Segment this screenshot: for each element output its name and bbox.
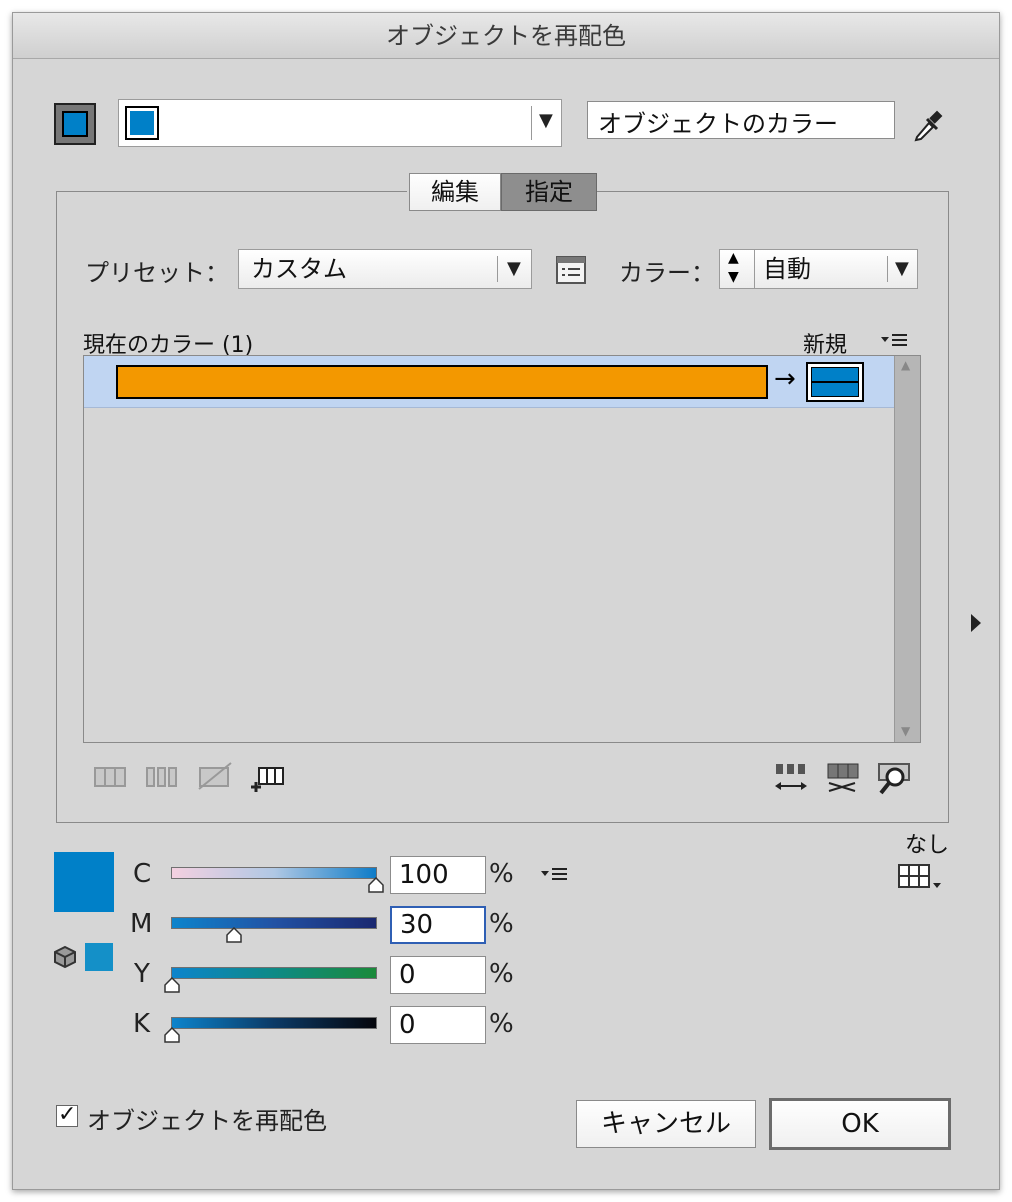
- recolor-dialog: オブジェクトを再配色 ▼ オブジェクトのカラー 編集 指定 プリセット： カスタ…: [12, 12, 1000, 1190]
- scroll-up-icon[interactable]: ▲: [901, 358, 910, 372]
- chevron-down-icon: ▼: [539, 110, 553, 131]
- scroll-down-icon[interactable]: ▼: [901, 724, 910, 738]
- cyan-slider-thumb[interactable]: [368, 877, 384, 893]
- black-value: 0: [399, 1010, 416, 1040]
- channel-c-label: C: [133, 859, 152, 889]
- preset-list-icon[interactable]: [556, 256, 586, 284]
- cyan-slider[interactable]: [171, 867, 377, 879]
- color-swatch-icon[interactable]: [54, 103, 96, 145]
- checkmark-icon: ✓: [58, 1102, 77, 1127]
- cyan-unit: %: [489, 859, 514, 889]
- black-input[interactable]: 0: [390, 1006, 486, 1044]
- window-title: オブジェクトを再配色: [13, 13, 999, 59]
- current-color-bar[interactable]: [116, 365, 768, 399]
- list-scrollbar[interactable]: ▲ ▼: [894, 356, 920, 742]
- magenta-value: 30: [400, 910, 434, 940]
- find-colors-icon[interactable]: [877, 761, 913, 797]
- ok-button[interactable]: OK: [769, 1098, 951, 1150]
- color-group-dropdown[interactable]: ▼: [118, 99, 562, 147]
- colors-value: 自動: [763, 255, 811, 283]
- recolor-checkbox[interactable]: ✓: [56, 1102, 78, 1127]
- magenta-input[interactable]: 30: [390, 906, 486, 944]
- color-preview-swatch: [54, 852, 114, 912]
- reduction-label: なし: [905, 833, 950, 858]
- channel-k-label: K: [133, 1009, 151, 1039]
- yellow-slider-thumb[interactable]: [164, 977, 180, 993]
- randomize-order-icon[interactable]: [773, 761, 809, 795]
- black-slider[interactable]: [171, 1017, 377, 1029]
- chevron-down-icon: ▼: [895, 258, 909, 279]
- black-slider-thumb[interactable]: [164, 1027, 180, 1043]
- arrow-right-icon: →: [774, 364, 796, 394]
- colors-label: カラー：: [619, 259, 715, 287]
- tab-edit-label: 編集: [431, 178, 479, 206]
- recolor-checkbox-label[interactable]: オブジェクトを再配色: [87, 1101, 327, 1136]
- yellow-slider[interactable]: [171, 967, 377, 979]
- preset-label: プリセット：: [85, 259, 229, 287]
- colors-stepper[interactable]: ▲ ▼: [719, 249, 755, 289]
- black-unit: %: [489, 1009, 514, 1039]
- cyan-input[interactable]: 100: [390, 856, 486, 894]
- color-list[interactable]: → ▲ ▼: [83, 355, 921, 743]
- cmyk-menu-icon[interactable]: [539, 866, 569, 884]
- panel-menu-icon[interactable]: [879, 331, 909, 351]
- merge-colors-icon[interactable]: [93, 765, 127, 789]
- yellow-input[interactable]: 0: [390, 956, 486, 994]
- magenta-unit: %: [489, 909, 514, 939]
- stepper-down-icon[interactable]: ▼: [728, 269, 739, 285]
- stepper-up-icon[interactable]: ▲: [728, 250, 739, 266]
- yellow-value: 0: [399, 960, 416, 990]
- colors-dropdown[interactable]: 自動 ▼: [754, 249, 918, 289]
- exclude-colors-icon[interactable]: [197, 761, 233, 791]
- group-swatch: [125, 106, 159, 140]
- channel-m-label: M: [130, 909, 153, 939]
- gamut-color-swatch[interactable]: [85, 943, 113, 971]
- channel-y-label: Y: [134, 959, 150, 989]
- object-color-label: オブジェクトのカラー: [598, 110, 838, 138]
- object-color-field[interactable]: オブジェクトのカラー: [587, 101, 895, 139]
- tab-assign-label: 指定: [525, 178, 573, 206]
- expand-arrow-icon[interactable]: [969, 613, 983, 633]
- color-reduction-icon[interactable]: [897, 863, 945, 891]
- ok-button-label: OK: [841, 1109, 879, 1139]
- randomize-saturation-icon[interactable]: [825, 761, 861, 795]
- separate-colors-icon[interactable]: [145, 765, 179, 789]
- tab-assign[interactable]: 指定: [501, 173, 597, 211]
- cancel-button-label: キャンセル: [600, 1109, 731, 1139]
- chevron-down-icon: ▼: [507, 258, 521, 279]
- preset-dropdown[interactable]: カスタム ▼: [238, 249, 532, 289]
- yellow-unit: %: [489, 959, 514, 989]
- new-color-swatch[interactable]: [806, 362, 864, 402]
- tab-edit[interactable]: 編集: [409, 173, 501, 211]
- preset-value: カスタム: [251, 255, 347, 283]
- eyedropper-icon[interactable]: [911, 109, 943, 143]
- magenta-slider[interactable]: [171, 917, 377, 929]
- cyan-value: 100: [399, 860, 449, 890]
- new-row-icon[interactable]: [249, 765, 285, 793]
- table-row[interactable]: →: [84, 356, 894, 408]
- magenta-slider-thumb[interactable]: [226, 927, 242, 943]
- gamut-cube-icon[interactable]: [53, 945, 77, 969]
- cancel-button[interactable]: キャンセル: [576, 1100, 756, 1148]
